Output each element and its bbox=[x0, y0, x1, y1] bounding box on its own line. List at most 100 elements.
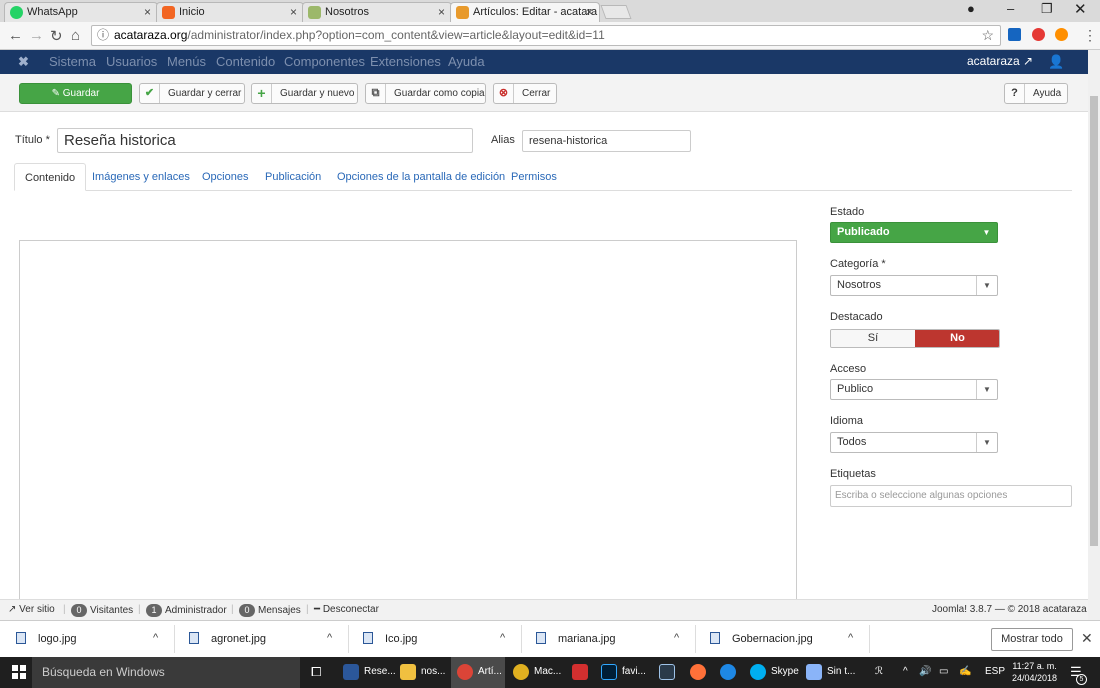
alias-input[interactable]: resena-historica bbox=[522, 130, 691, 152]
new-tab-button[interactable] bbox=[600, 5, 632, 19]
close-downloads-icon[interactable]: ✕ bbox=[1081, 630, 1093, 647]
title-input[interactable]: Reseña historica bbox=[57, 128, 473, 153]
tab-contenido[interactable]: Contenido bbox=[14, 163, 87, 191]
tab-opciones-pantalla[interactable]: Opciones de la pantalla de edición bbox=[337, 171, 505, 183]
profile-icon[interactable]: ● bbox=[967, 1, 975, 16]
destacado-no-button[interactable]: No bbox=[915, 330, 999, 347]
tab-opciones[interactable]: Opciones bbox=[202, 171, 248, 183]
help-button[interactable]: ? Ayuda bbox=[1004, 83, 1068, 104]
language-indicator[interactable]: ESP bbox=[985, 666, 1005, 677]
skype-icon[interactable] bbox=[750, 664, 766, 680]
save-button[interactable]: ✎ Guardar bbox=[19, 83, 132, 104]
chevron-up-icon[interactable]: ^ bbox=[153, 632, 158, 644]
joomla-logo-icon[interactable]: ✖ bbox=[18, 54, 29, 70]
macromedia-icon[interactable] bbox=[513, 664, 529, 680]
folder-icon[interactable] bbox=[400, 664, 416, 680]
system-clock[interactable]: 11:27 a. m. 24/04/2018 bbox=[1012, 660, 1057, 684]
close-tab-icon[interactable]: × bbox=[144, 3, 151, 21]
browser-tab-inicio[interactable]: Inicio × bbox=[156, 2, 304, 22]
minimize-icon[interactable]: – bbox=[1007, 1, 1014, 16]
tab-publicacion[interactable]: Publicación bbox=[265, 171, 321, 183]
visitantes-status[interactable]: 0 Visitantes bbox=[71, 604, 133, 617]
address-bar[interactable]: ⓘ acataraza.org/administrator/index.php?… bbox=[91, 25, 1001, 46]
browser-tab-articulos[interactable]: Artículos: Editar - acatara × bbox=[450, 2, 600, 22]
close-tab-icon[interactable]: × bbox=[586, 3, 593, 21]
extension-icon[interactable] bbox=[1008, 28, 1021, 41]
restore-icon[interactable]: ❐ bbox=[1041, 1, 1053, 17]
chrome-icon[interactable] bbox=[457, 664, 473, 680]
taskbar-app-mac[interactable]: Mac... bbox=[534, 666, 561, 677]
back-icon[interactable]: ← bbox=[8, 27, 23, 44]
extension-icon[interactable] bbox=[1055, 28, 1068, 41]
forward-icon[interactable]: → bbox=[29, 27, 44, 44]
chevron-up-icon[interactable]: ^ bbox=[327, 632, 332, 644]
close-window-icon[interactable]: ✕ bbox=[1074, 0, 1087, 18]
download-item[interactable]: Ico.jpg bbox=[363, 632, 417, 645]
reload-icon[interactable]: ↻ bbox=[50, 27, 63, 45]
tab-imagenes-enlaces[interactable]: Imágenes y enlaces bbox=[92, 171, 190, 183]
menu-componentes[interactable]: Componentes bbox=[284, 54, 365, 69]
close-tab-icon[interactable]: × bbox=[438, 3, 445, 21]
user-menu-icon[interactable]: 👤 bbox=[1048, 54, 1064, 70]
taskbar-app-paint[interactable]: Sin t... bbox=[827, 666, 855, 677]
menu-ayuda[interactable]: Ayuda bbox=[448, 54, 485, 69]
paint-icon[interactable] bbox=[806, 664, 822, 680]
desconectar-link[interactable]: ━ Desconectar bbox=[314, 604, 379, 615]
browser-tab-nosotros[interactable]: Nosotros × bbox=[302, 2, 452, 22]
save-copy-button[interactable]: ⧉ Guardar como copia bbox=[365, 83, 486, 104]
destacado-si-button[interactable]: Sí bbox=[831, 330, 915, 347]
volume-icon[interactable]: 🔊 bbox=[919, 666, 931, 677]
close-button[interactable]: ⊗ Cerrar bbox=[493, 83, 557, 104]
chevron-up-icon[interactable]: ^ bbox=[848, 632, 853, 644]
word-icon[interactable] bbox=[343, 664, 359, 680]
taskbar-app-chrome[interactable]: Artí... bbox=[478, 666, 502, 677]
taskbar-app-explorer[interactable]: nos... bbox=[421, 666, 445, 677]
menu-contenido[interactable]: Contenido bbox=[216, 54, 275, 69]
network-icon[interactable]: ▭ bbox=[939, 666, 948, 677]
acceso-select[interactable]: Publico ▼ bbox=[830, 379, 998, 400]
home-icon[interactable]: ⌂ bbox=[71, 27, 80, 44]
menu-menus[interactable]: Menús bbox=[167, 54, 206, 69]
extension-icon[interactable] bbox=[1032, 28, 1045, 41]
menu-sistema[interactable]: Sistema bbox=[49, 54, 96, 69]
lightroom-icon[interactable] bbox=[659, 664, 675, 680]
chevron-up-icon[interactable]: ^ bbox=[500, 632, 505, 644]
chevron-up-icon[interactable]: ^ bbox=[903, 666, 908, 677]
download-item[interactable]: Gobernacion.jpg bbox=[710, 632, 813, 645]
internet-explorer-icon[interactable] bbox=[720, 664, 736, 680]
people-icon[interactable]: ℛ bbox=[875, 666, 883, 677]
bookmark-star-icon[interactable]: ☆ bbox=[981, 26, 994, 45]
site-link[interactable]: acataraza ↗ bbox=[967, 54, 1033, 68]
ver-sitio-link[interactable]: ↗ Ver sitio bbox=[8, 604, 55, 615]
info-icon[interactable]: ⓘ bbox=[97, 26, 109, 45]
download-item[interactable]: agronet.jpg bbox=[189, 632, 266, 645]
filezilla-icon[interactable] bbox=[572, 664, 588, 680]
download-item[interactable]: logo.jpg bbox=[16, 632, 77, 645]
categoria-select[interactable]: Nosotros ▼ bbox=[830, 275, 998, 296]
browser-tab-whatsapp[interactable]: WhatsApp × bbox=[4, 2, 158, 22]
task-view-icon[interactable]: ⧠ bbox=[311, 664, 321, 680]
taskbar-app-skype[interactable]: Skype bbox=[771, 666, 799, 677]
save-new-button[interactable]: + Guardar y nuevo bbox=[251, 83, 358, 104]
tab-permisos[interactable]: Permisos bbox=[511, 171, 557, 183]
scrollbar-thumb[interactable] bbox=[1090, 96, 1098, 546]
administrador-status[interactable]: 1 Administrador bbox=[146, 604, 227, 617]
content-editor[interactable] bbox=[19, 240, 797, 600]
pen-icon[interactable]: ✍ bbox=[959, 666, 971, 677]
close-tab-icon[interactable]: × bbox=[290, 3, 297, 21]
taskbar-app-word[interactable]: Rese... bbox=[364, 666, 396, 677]
etiquetas-input[interactable]: Escriba o seleccione algunas opciones bbox=[830, 485, 1072, 507]
idioma-select[interactable]: Todos ▼ bbox=[830, 432, 998, 453]
menu-kebab-icon[interactable]: ⋮ bbox=[1083, 27, 1097, 44]
show-all-downloads-button[interactable]: Mostrar todo bbox=[991, 628, 1073, 651]
estado-select[interactable]: Publicado ▼ bbox=[830, 222, 998, 243]
firefox-icon[interactable] bbox=[690, 664, 706, 680]
photoshop-icon[interactable] bbox=[601, 664, 617, 680]
windows-start-icon[interactable] bbox=[12, 665, 26, 679]
chevron-up-icon[interactable]: ^ bbox=[674, 632, 679, 644]
mensajes-status[interactable]: 0 Mensajes bbox=[239, 604, 301, 617]
menu-usuarios[interactable]: Usuarios bbox=[106, 54, 157, 69]
taskbar-app-photoshop[interactable]: favi... bbox=[622, 666, 646, 677]
windows-search-box[interactable]: Búsqueda en Windows bbox=[32, 657, 300, 688]
save-close-button[interactable]: ✔ Guardar y cerrar bbox=[139, 83, 245, 104]
